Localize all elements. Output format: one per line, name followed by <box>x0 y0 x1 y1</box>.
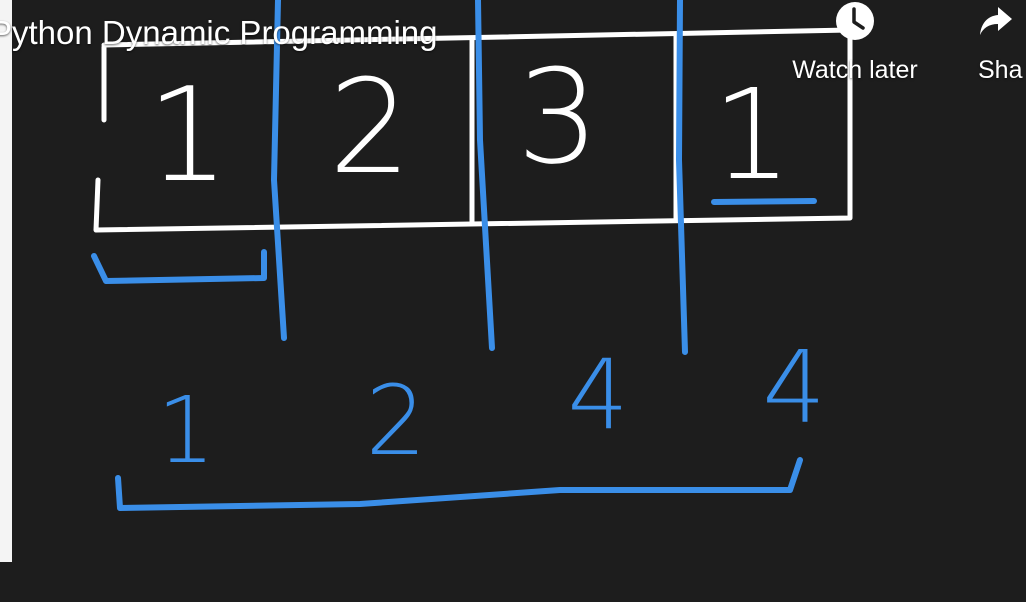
last-cell-underline <box>711 198 817 205</box>
watch-later-label: Watch later <box>792 56 918 84</box>
dp-value-4: 4 <box>762 329 826 446</box>
array-cell-4: 1 <box>712 63 792 208</box>
clock-icon <box>835 0 875 42</box>
dp-value-2: 2 <box>365 365 426 477</box>
video-title[interactable]: Python Dynamic Programming <box>0 14 438 52</box>
full-range-bracket <box>115 457 803 511</box>
array-cell-3: 3 <box>517 41 600 193</box>
watch-later-button[interactable]: Watch later <box>784 0 926 85</box>
first-cell-bracket <box>91 249 267 284</box>
blue-divider-2 <box>475 0 495 351</box>
whiteboard-drawing: 1 2 3 1 1 2 4 4 <box>91 0 853 511</box>
share-button[interactable]: Sha <box>978 0 1022 85</box>
array-cell-2: 2 <box>329 51 412 203</box>
share-arrow-icon <box>978 0 1014 42</box>
array-cell-1: 1 <box>147 59 230 211</box>
blue-divider-3 <box>676 0 688 355</box>
share-label: Sha <box>978 56 1023 84</box>
dp-value-3: 4 <box>567 339 628 451</box>
dp-value-1: 1 <box>157 377 216 484</box>
